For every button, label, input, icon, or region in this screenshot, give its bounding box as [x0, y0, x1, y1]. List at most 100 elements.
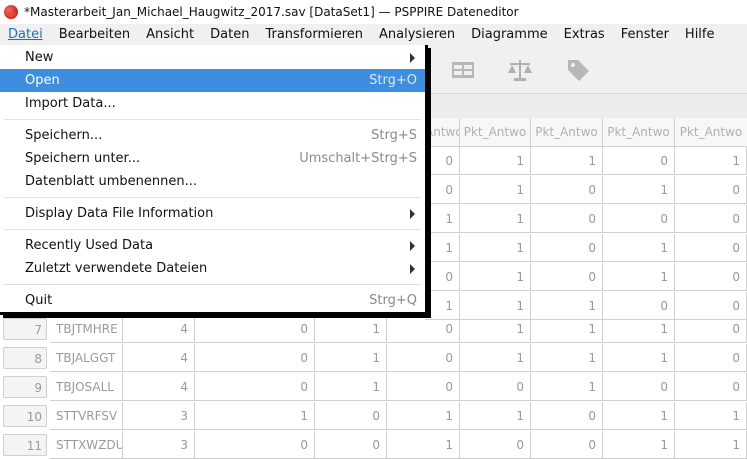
table-cell[interactable]: 0: [315, 431, 387, 459]
menu-item-speichern[interactable]: Speichern... Strg+S: [0, 124, 425, 147]
table-cell[interactable]: 0: [387, 315, 460, 343]
table-cell[interactable]: 1: [315, 373, 387, 401]
row-number[interactable]: 7: [3, 318, 47, 340]
table-cell[interactable]: 0: [195, 344, 315, 372]
table-cell[interactable]: 0: [603, 205, 675, 233]
table-cell[interactable]: TBJTMHRE: [50, 315, 123, 343]
menu-item-datenblatt-umbenennen[interactable]: Datenblatt umbenennen...: [0, 170, 425, 193]
menu-item-new[interactable]: New: [0, 46, 425, 69]
table-cell[interactable]: 1: [460, 205, 531, 233]
table-cell[interactable]: 0: [460, 431, 531, 459]
table-cell[interactable]: 1: [425, 234, 460, 262]
table-cell[interactable]: 0: [195, 315, 315, 343]
table-cell[interactable]: 0: [675, 234, 747, 262]
table-cell[interactable]: 1: [460, 263, 531, 291]
table-cell[interactable]: 1: [531, 344, 603, 372]
table-cell[interactable]: 0: [531, 205, 603, 233]
table-cell[interactable]: 0: [195, 431, 315, 459]
table-cell[interactable]: 1: [675, 147, 747, 175]
table-cell[interactable]: 0: [675, 315, 747, 343]
menu-analysieren[interactable]: Analysieren: [371, 24, 463, 45]
split-file-icon[interactable]: [450, 57, 476, 83]
table-cell[interactable]: 0: [675, 176, 747, 204]
table-cell[interactable]: 0: [603, 147, 675, 175]
table-cell[interactable]: 1: [603, 176, 675, 204]
table-cell[interactable]: 1: [603, 344, 675, 372]
table-cell[interactable]: 0: [387, 373, 460, 401]
table-cell[interactable]: 1: [603, 234, 675, 262]
table-cell[interactable]: 1: [460, 234, 531, 262]
menu-item-import-data[interactable]: Import Data...: [0, 92, 425, 115]
table-cell[interactable]: 4: [123, 373, 195, 401]
table-cell[interactable]: 1: [531, 147, 603, 175]
menu-bearbeiten[interactable]: Bearbeiten: [51, 24, 138, 45]
table-cell[interactable]: 0: [675, 263, 747, 291]
table-cell[interactable]: 1: [315, 344, 387, 372]
table-cell[interactable]: 1: [460, 344, 531, 372]
table-cell[interactable]: 1: [603, 315, 675, 343]
column-header[interactable]: Pkt_Antwo: [460, 118, 531, 147]
table-cell[interactable]: 0: [425, 263, 460, 291]
table-cell[interactable]: 1: [460, 147, 531, 175]
table-cell[interactable]: 0: [675, 344, 747, 372]
menu-daten[interactable]: Daten: [202, 24, 257, 45]
column-header[interactable]: Pkt_Antwo: [675, 118, 747, 147]
table-cell[interactable]: 0: [195, 373, 315, 401]
table-cell[interactable]: 1: [460, 176, 531, 204]
table-cell[interactable]: 0: [675, 373, 747, 401]
menu-datei[interactable]: Datei: [0, 24, 51, 45]
table-cell[interactable]: 3: [123, 431, 195, 459]
table-cell[interactable]: 0: [531, 234, 603, 262]
column-header[interactable]: Pkt_Antwo: [603, 118, 675, 147]
menu-hilfe[interactable]: Hilfe: [677, 24, 723, 45]
table-cell[interactable]: 1: [603, 402, 675, 430]
table-cell[interactable]: 1: [603, 431, 675, 459]
table-cell[interactable]: 1: [531, 315, 603, 343]
table-cell[interactable]: 0: [531, 431, 603, 459]
table-cell[interactable]: 1: [387, 431, 460, 459]
menu-extras[interactable]: Extras: [556, 24, 613, 45]
column-header[interactable]: Antwo: [425, 118, 460, 147]
table-cell[interactable]: 4: [123, 315, 195, 343]
menu-transformieren[interactable]: Transformieren: [257, 24, 371, 45]
table-cell[interactable]: 3: [123, 402, 195, 430]
row-number[interactable]: 8: [3, 347, 47, 369]
table-cell[interactable]: 0: [425, 176, 460, 204]
menu-item-open[interactable]: Open Strg+O: [0, 69, 425, 92]
table-cell[interactable]: 1: [315, 315, 387, 343]
value-labels-icon[interactable]: [565, 57, 591, 83]
table-cell[interactable]: 1: [460, 402, 531, 430]
table-cell[interactable]: 1: [675, 402, 747, 430]
table-cell[interactable]: 1: [531, 373, 603, 401]
table-cell[interactable]: 1: [387, 402, 460, 430]
table-cell[interactable]: 0: [531, 402, 603, 430]
table-cell[interactable]: 1: [425, 205, 460, 233]
table-cell[interactable]: 0: [603, 373, 675, 401]
table-cell[interactable]: 1: [603, 263, 675, 291]
table-cell[interactable]: 0: [425, 147, 460, 175]
table-cell[interactable]: STTVRFSV: [50, 402, 123, 430]
table-cell[interactable]: 1: [460, 315, 531, 343]
table-cell[interactable]: 0: [387, 344, 460, 372]
table-cell[interactable]: 0: [460, 373, 531, 401]
table-cell[interactable]: STTXWZDU: [50, 431, 123, 459]
row-number[interactable]: 10: [3, 405, 47, 427]
menu-diagramme[interactable]: Diagramme: [463, 24, 555, 45]
table-cell[interactable]: 0: [531, 263, 603, 291]
table-cell[interactable]: TBJALGGT: [50, 344, 123, 372]
table-cell[interactable]: 0: [675, 205, 747, 233]
menu-fenster[interactable]: Fenster: [613, 24, 677, 45]
menu-ansicht[interactable]: Ansicht: [138, 24, 202, 45]
menu-item-recently-used-data[interactable]: Recently Used Data: [0, 234, 425, 257]
menu-item-zuletzt-verwendete-dateien[interactable]: Zuletzt verwendete Dateien: [0, 257, 425, 280]
table-cell[interactable]: TBJOSALL: [50, 373, 123, 401]
weight-cases-icon[interactable]: [507, 57, 533, 83]
table-cell[interactable]: 0: [315, 402, 387, 430]
menu-item-display-data-file-information[interactable]: Display Data File Information: [0, 202, 425, 225]
table-cell[interactable]: 4: [123, 344, 195, 372]
row-number[interactable]: 9: [3, 376, 47, 398]
table-cell[interactable]: 0: [531, 176, 603, 204]
table-cell[interactable]: 1: [675, 431, 747, 459]
row-number[interactable]: 11: [3, 434, 47, 456]
column-header[interactable]: Pkt_Antwo: [531, 118, 603, 147]
